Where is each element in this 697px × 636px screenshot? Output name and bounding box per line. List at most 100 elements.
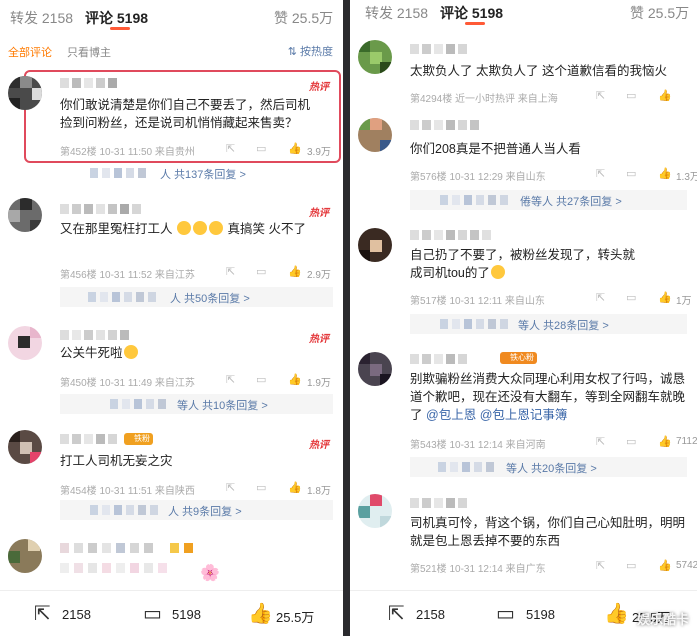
comment-count: 5198 [172,607,201,622]
thumb-up-icon[interactable]: 👍 [658,291,672,304]
tab-repost[interactable]: 转发 2158 [365,3,428,23]
replies-link[interactable]: 人 共50条回复 > [60,287,333,307]
replies-count: 等人 共20条回复 > [506,463,597,475]
blurred-username [410,354,480,364]
share-icon[interactable]: ⇱ [388,601,405,626]
comment-text-part: 真搞笑 火不了 [227,222,306,236]
thumb-up-icon[interactable]: 👍 [248,601,273,626]
fan-badge: 铁心粉 [500,352,537,364]
replies-link[interactable]: 人 共137条回复 > [60,163,333,183]
tab-comment[interactable]: 评论 5198 [440,3,503,23]
hot-comment-badge: 热评 [309,440,329,451]
like-count: 1万 [676,296,692,307]
comment-meta: 第543楼 10-31 12:14 来自河南 ⇱ ▭ 👍 7112 [410,435,697,451]
meta-text: 第576楼 10-31 12:29 来自山东 [410,172,546,183]
tab-comment[interactable]: 评论 5198 [85,8,148,28]
avatar[interactable] [358,352,392,386]
avatar[interactable] [358,494,392,528]
share-icon[interactable]: ⇱ [596,435,605,448]
comment-text: 太欺负人了 太欺负人了 这个道歉信看的我恼火 [410,64,667,78]
avatar[interactable] [358,228,392,262]
meta-text: 第543楼 10-31 12:14 来自河南 [410,440,546,451]
thumb-up-icon[interactable]: 👍 [658,167,672,180]
share-icon[interactable]: ⇱ [226,265,235,278]
blurred-username [60,543,210,553]
comment-text: 别欺骗粉丝消费大众同理心利用女权了行吗，诚恳道个歉吧，现在还没有大翻车，等到全网… [410,370,687,424]
bottom-action-bar: ⇱ 2158 ▭ 5198 👍 25.5万 娱乐酷卡 [350,590,697,636]
share-icon[interactable]: ⇱ [596,291,605,304]
avatar[interactable] [358,118,392,152]
comment-icon[interactable]: ▭ [496,601,515,626]
replies-link[interactable]: 人 共9条回复 > [60,500,333,520]
tab-repost[interactable]: 转发 2158 [10,8,73,28]
watermark: 娱乐酷卡 [636,612,689,627]
avatar[interactable] [8,539,42,573]
comment-icon[interactable]: ▭ [256,142,266,155]
share-icon[interactable]: ⇱ [34,601,51,626]
thumb-up-icon[interactable]: 👍 [658,89,672,102]
comment-meta: 第576楼 10-31 12:29 来自山东 ⇱ ▭ 👍 1.3万 [410,167,697,183]
thumb-up-icon[interactable]: 👍 [288,142,302,155]
mention-link[interactable]: @包上恩记事簿 [480,408,568,422]
flower-emoji-icon: 🌸 [200,565,220,582]
filter-blogger-only[interactable]: 只看博主 [67,44,111,60]
blurred-username [410,498,480,508]
repost-count: 2158 [416,607,445,622]
comment-icon[interactable]: ▭ [256,373,266,386]
thumb-up-icon[interactable]: 👍 [658,435,672,448]
replies-link[interactable]: 倦等人 共27条回复 > [410,190,687,210]
replies-link[interactable]: 等人 共10条回复 > [60,394,333,414]
share-icon[interactable]: ⇱ [226,142,235,155]
mention-link[interactable]: @包上恩 [426,408,476,422]
hot-comment-badge: 热评 [309,334,329,345]
avatar[interactable] [8,198,42,232]
share-icon[interactable]: ⇱ [226,373,235,386]
replies-count: 人 共137条回复 > [160,169,246,181]
share-icon[interactable]: ⇱ [596,167,605,180]
avatar[interactable] [358,40,392,74]
comment-icon[interactable]: ▭ [626,435,636,448]
share-icon[interactable]: ⇱ [596,89,605,102]
meta-text: 第517楼 10-31 12:11 来自山东 [410,296,545,307]
avatar[interactable] [8,430,42,464]
meta-text: 第4294楼 近一小时热评 来自上海 [410,94,558,105]
blurred-username [410,120,485,130]
share-icon[interactable]: ⇱ [226,481,235,494]
share-icon[interactable]: ⇱ [596,559,605,572]
tab-like[interactable]: 赞 25.5万 [274,8,333,28]
blurred-text [60,563,220,573]
thumb-up-icon[interactable]: 👍 [288,481,302,494]
blurred-replier-names [90,505,165,515]
replies-link[interactable]: 等人 共20条回复 > [410,457,687,477]
comment-icon[interactable]: ▭ [626,559,636,572]
replies-link[interactable]: 等人 共28条回复 > [410,314,687,334]
avatar[interactable] [8,76,42,110]
sort-by-heat-button[interactable]: ⇅ 按热度 [288,43,333,59]
comment-meta: 第517楼 10-31 12:11 来自山东 ⇱ ▭ 👍 1万 [410,291,692,307]
comment-meta: 第521楼 10-31 12:14 来自广东 ⇱ ▭ 👍 5742 [410,559,697,575]
like-count: 3.9万 [307,147,331,158]
meta-text: 第454楼 10-31 11:51 来自陕西 [60,486,195,497]
comment-icon[interactable]: ▭ [256,265,266,278]
blurred-replier-names [438,462,508,472]
cat-emoji-icon [123,345,138,359]
tab-active-indicator [465,22,485,25]
comment-icon[interactable]: ▭ [626,89,636,102]
thumb-up-icon[interactable]: 👍 [288,373,302,386]
thumb-up-icon[interactable]: 👍 [658,559,672,572]
thumb-up-icon[interactable]: 👍 [604,601,629,626]
comment-icon[interactable]: ▭ [143,601,162,626]
blurred-replier-names [440,319,520,329]
like-count: 2.9万 [307,270,331,281]
comment-text: 打工人司机无妄之灾 [60,454,173,468]
avatar[interactable] [8,326,42,360]
tab-like[interactable]: 赞 25.5万 [630,3,689,23]
filter-all[interactable]: 全部评论 [8,44,52,60]
comment-icon[interactable]: ▭ [256,481,266,494]
comment-meta: 第456楼 10-31 11:52 来自江苏 ⇱ ▭ 👍 2.9万 [60,266,335,281]
thumb-up-icon[interactable]: 👍 [288,265,302,278]
blurred-username [410,44,480,54]
comment-icon[interactable]: ▭ [626,291,636,304]
smile-emoji-icon [193,221,207,235]
comment-icon[interactable]: ▭ [626,167,636,180]
